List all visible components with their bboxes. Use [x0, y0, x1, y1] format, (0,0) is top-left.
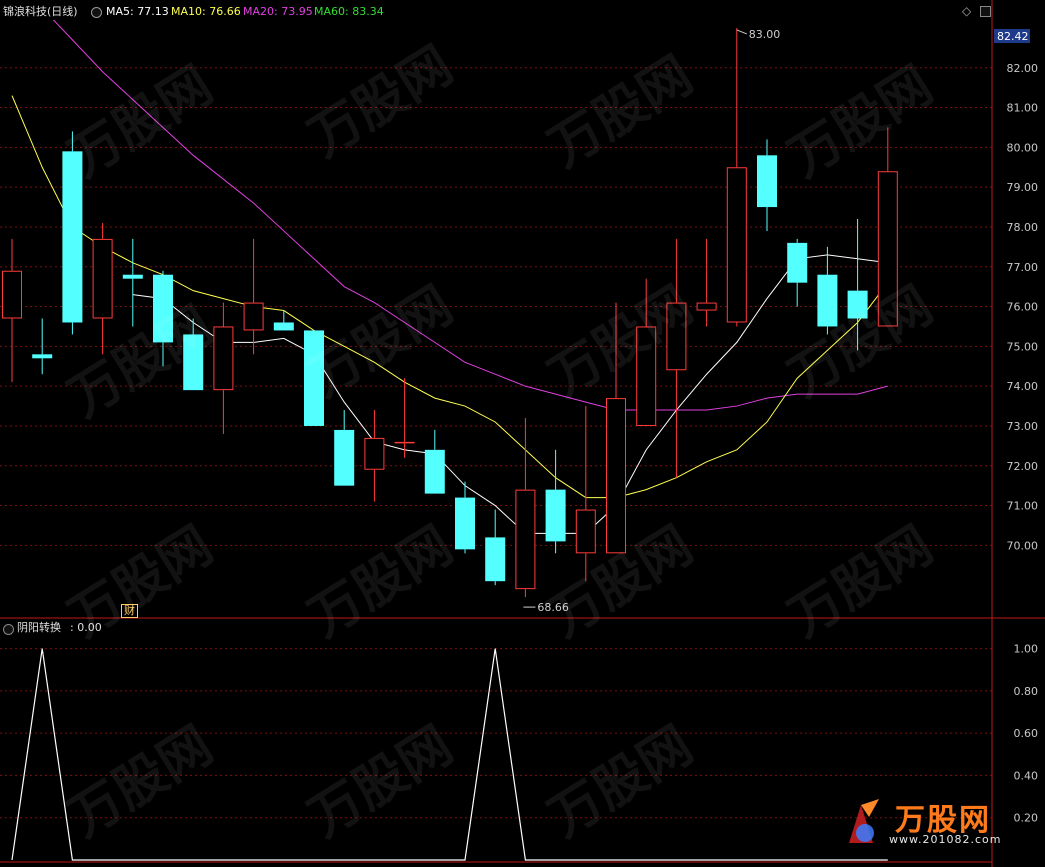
indicator-tick-label: 1.00 — [1014, 643, 1039, 656]
indicator-line — [11, 648, 888, 861]
candle-body-down — [485, 537, 506, 582]
ma20-line — [52, 20, 888, 411]
price-tick-label: 76.00 — [1007, 301, 1039, 314]
current-price-tag: 82.42 — [997, 30, 1029, 43]
candle-body-down — [455, 497, 475, 550]
candle-body-up — [92, 238, 113, 319]
ma5-legend: MA5: 77.13 — [106, 5, 169, 18]
price-tick-label: 77.00 — [1007, 261, 1039, 274]
candle-body-down — [32, 354, 53, 359]
candle-body-up — [877, 171, 898, 327]
candle-body-up — [696, 302, 717, 311]
brand-logo: 万股网 www.201082.com — [839, 793, 1029, 853]
max-price-label: 83.00 — [749, 28, 781, 41]
ma5-line — [132, 254, 888, 534]
finance-badge[interactable]: 财 — [121, 604, 138, 618]
ma60-legend: MA60: 83.34 — [314, 5, 384, 18]
indicator-tick-label: 0.80 — [1014, 685, 1039, 698]
collapse-main-panel-icon[interactable] — [91, 7, 102, 18]
ma10-legend: MA10: 76.66 — [171, 5, 241, 18]
candle-body-down — [787, 242, 808, 283]
price-tick-label: 73.00 — [1007, 420, 1039, 433]
price-tick-label: 82.00 — [1007, 62, 1039, 75]
indicator-tick-label: 0.60 — [1014, 727, 1039, 740]
candle-body-up — [213, 326, 234, 391]
candle-body-up — [575, 509, 596, 554]
candle-body-up — [726, 167, 747, 323]
ma20-legend: MA20: 73.95 — [243, 5, 313, 18]
candle-body-down — [183, 334, 204, 391]
candle-body-up — [2, 270, 22, 319]
price-tick-label: 80.00 — [1007, 141, 1039, 154]
price-tick-label: 74.00 — [1007, 380, 1039, 393]
price-tick-label: 71.00 — [1007, 500, 1039, 513]
candle-body-down — [334, 429, 355, 486]
indicator-value: : 0.00 — [70, 621, 102, 634]
indicator-tick-label: 0.40 — [1014, 769, 1039, 782]
collapse-indicator-icon[interactable] — [3, 624, 14, 635]
indicator-title: 阴阳转换 — [17, 621, 61, 634]
candle-body-up — [394, 441, 415, 444]
candle-body-down — [847, 290, 868, 319]
candle-body-down — [545, 489, 566, 542]
candle-body-up — [364, 437, 385, 470]
diamond-icon[interactable]: ◇ — [962, 4, 971, 18]
stock-title: 锦浪科技(日线) — [3, 5, 78, 18]
candle-body-down — [817, 274, 838, 327]
candle-body-down — [122, 274, 143, 279]
candle-body-down — [62, 151, 83, 323]
candlestick-chart[interactable]: 82.00 81.00 80.00 79.00 78.00 77.00 76.00 75.00… — [0, 0, 1045, 867]
panel-toggle-icon[interactable] — [980, 6, 991, 17]
max-marker-arrow — [736, 29, 747, 35]
candle-body-down — [424, 449, 445, 494]
candle-body-down — [153, 274, 173, 343]
candle-body-down — [304, 330, 324, 426]
candle-body-up — [606, 398, 626, 554]
price-tick-label: 70.00 — [1007, 539, 1039, 552]
candle-body-down — [757, 155, 777, 208]
price-tick-label: 75.00 — [1007, 340, 1039, 353]
price-tick-label: 78.00 — [1007, 221, 1039, 234]
candle-body-up — [243, 302, 264, 331]
candle-body-down — [273, 322, 294, 331]
price-tick-label: 81.00 — [1007, 102, 1039, 115]
price-tick-label: 79.00 — [1007, 181, 1039, 194]
candle-body-up — [666, 302, 687, 371]
candle-body-up — [515, 489, 536, 590]
stock-chart-window: 82.00 81.00 80.00 79.00 78.00 77.00 76.00 75.00… — [0, 0, 1045, 867]
price-tick-label: 72.00 — [1007, 460, 1039, 473]
min-price-label: 68.66 — [537, 601, 569, 614]
candle-body-up — [636, 326, 657, 426]
brand-url: www.201082.com — [889, 833, 1002, 846]
ma10-line — [11, 95, 889, 499]
